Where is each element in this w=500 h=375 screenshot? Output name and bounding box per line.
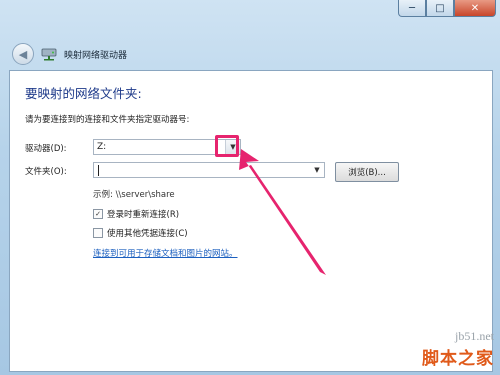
titlebar: ◀ 映射网络驱动器	[12, 40, 127, 68]
drive-label: 驱动器(D):	[25, 144, 67, 154]
reconnect-label: 登录时重新连接(R)	[107, 210, 180, 220]
checkbox-icon[interactable]	[93, 228, 103, 238]
minimize-button[interactable]: ─	[398, 0, 426, 17]
maximize-button[interactable]: □	[426, 0, 454, 17]
watermark: jb51.net 脚本之家	[422, 329, 494, 369]
reconnect-option[interactable]: ✓ 登录时重新连接(R)	[93, 208, 179, 220]
instruction-text: 请为要连接到的连接和文件夹指定驱动器号:	[25, 115, 190, 125]
text-caret	[98, 164, 99, 176]
watermark-brand: 脚本之家	[422, 349, 494, 369]
other-credentials-option[interactable]: 使用其他凭据连接(C)	[93, 227, 188, 239]
dialog-content: 要映射的网络文件夹: 请为要连接到的连接和文件夹指定驱动器号: 驱动器(D): …	[9, 70, 493, 372]
website-link[interactable]: 连接到可用于存储文档和图片的网站。	[93, 247, 238, 259]
page-title: 要映射的网络文件夹:	[25, 86, 142, 101]
drive-value: Z:	[97, 142, 107, 152]
window-frame: ─ □ ✕ ◀ 映射网络驱动器 要映射的网络文件夹: 请为要连接到的连接和文件夹…	[0, 0, 500, 375]
window-controls: ─ □ ✕	[398, 0, 496, 17]
folder-label: 文件夹(O):	[25, 167, 67, 177]
back-arrow-icon[interactable]: ◀	[12, 43, 34, 65]
browse-button[interactable]: 浏览(B)...	[335, 162, 399, 182]
checkmark-icon[interactable]: ✓	[93, 209, 103, 219]
watermark-url: jb51.net	[455, 329, 494, 343]
dropdown-highlight	[215, 135, 239, 157]
example-text: 示例: \\server\share	[93, 190, 175, 200]
chevron-down-icon[interactable]: ▼	[310, 163, 324, 177]
folder-input[interactable]: ▼	[93, 162, 325, 178]
other-credentials-label: 使用其他凭据连接(C)	[107, 229, 188, 239]
window-title: 映射网络驱动器	[64, 50, 128, 61]
close-button[interactable]: ✕	[454, 0, 496, 17]
network-drive-icon	[40, 46, 58, 62]
